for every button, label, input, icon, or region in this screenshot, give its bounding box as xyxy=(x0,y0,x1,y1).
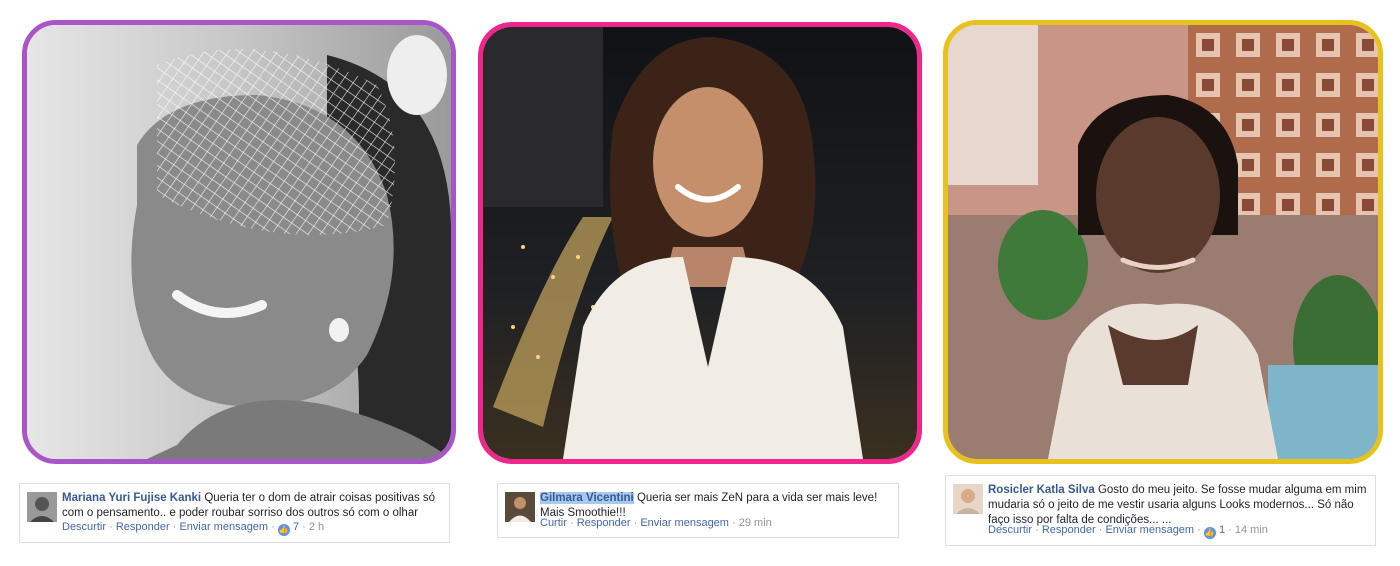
thumbs-up-icon[interactable]: 👍 xyxy=(277,524,290,536)
reply-link[interactable]: Responder xyxy=(116,521,170,533)
unlike-link[interactable]: Descurtir xyxy=(988,524,1032,536)
comment-text-block: Mariana Yuri Fujise Kanki Queria ter o d… xyxy=(62,491,443,521)
comment-text-block: Rosicler Katla Silva Gosto do meu jeito.… xyxy=(988,483,1369,528)
reply-link[interactable]: Responder xyxy=(577,517,631,529)
photo-frame-1 xyxy=(22,20,456,464)
avatar[interactable] xyxy=(27,492,57,522)
comment-time[interactable]: 14 min xyxy=(1235,524,1268,536)
comment-author[interactable]: Mariana Yuri Fujise Kanki xyxy=(62,492,201,504)
thumbs-up-icon[interactable]: 👍 xyxy=(1203,527,1216,539)
portrait-photo-3 xyxy=(948,25,1378,459)
comment-actions: Descurtir · Responder · Enviar mensagem … xyxy=(62,521,325,536)
photo-frame-2 xyxy=(478,22,922,464)
comment-time[interactable]: 29 min xyxy=(739,517,772,529)
like-count[interactable]: 7 xyxy=(293,521,299,533)
unlike-link[interactable]: Descurtir xyxy=(62,521,106,533)
avatar[interactable] xyxy=(505,492,535,522)
comment-author[interactable]: Gilmara Vicentini xyxy=(540,492,634,504)
comment-box-2: Gilmara Vicentini Queria ser mais ZeN pa… xyxy=(497,483,899,538)
comment-actions: Descurtir · Responder · Enviar mensagem … xyxy=(988,524,1268,539)
portrait-photo-1 xyxy=(27,25,451,459)
comment-time[interactable]: 2 h xyxy=(309,521,324,533)
like-link[interactable]: Curtir xyxy=(540,517,567,529)
like-count[interactable]: 1 xyxy=(1219,524,1225,536)
comment-author[interactable]: Rosicler Katla Silva xyxy=(988,484,1095,496)
comment-box-1: Mariana Yuri Fujise Kanki Queria ter o d… xyxy=(19,483,450,543)
photo-frame-3 xyxy=(943,20,1383,464)
send-message-link[interactable]: Enviar mensagem xyxy=(640,517,729,529)
avatar[interactable] xyxy=(953,484,983,514)
send-message-link[interactable]: Enviar mensagem xyxy=(179,521,268,533)
comment-box-3: Rosicler Katla Silva Gosto do meu jeito.… xyxy=(945,475,1376,546)
send-message-link[interactable]: Enviar mensagem xyxy=(1105,524,1194,536)
portrait-photo-2 xyxy=(483,27,917,459)
reply-link[interactable]: Responder xyxy=(1042,524,1096,536)
comment-actions: Curtir · Responder · Enviar mensagem · 2… xyxy=(540,517,772,529)
